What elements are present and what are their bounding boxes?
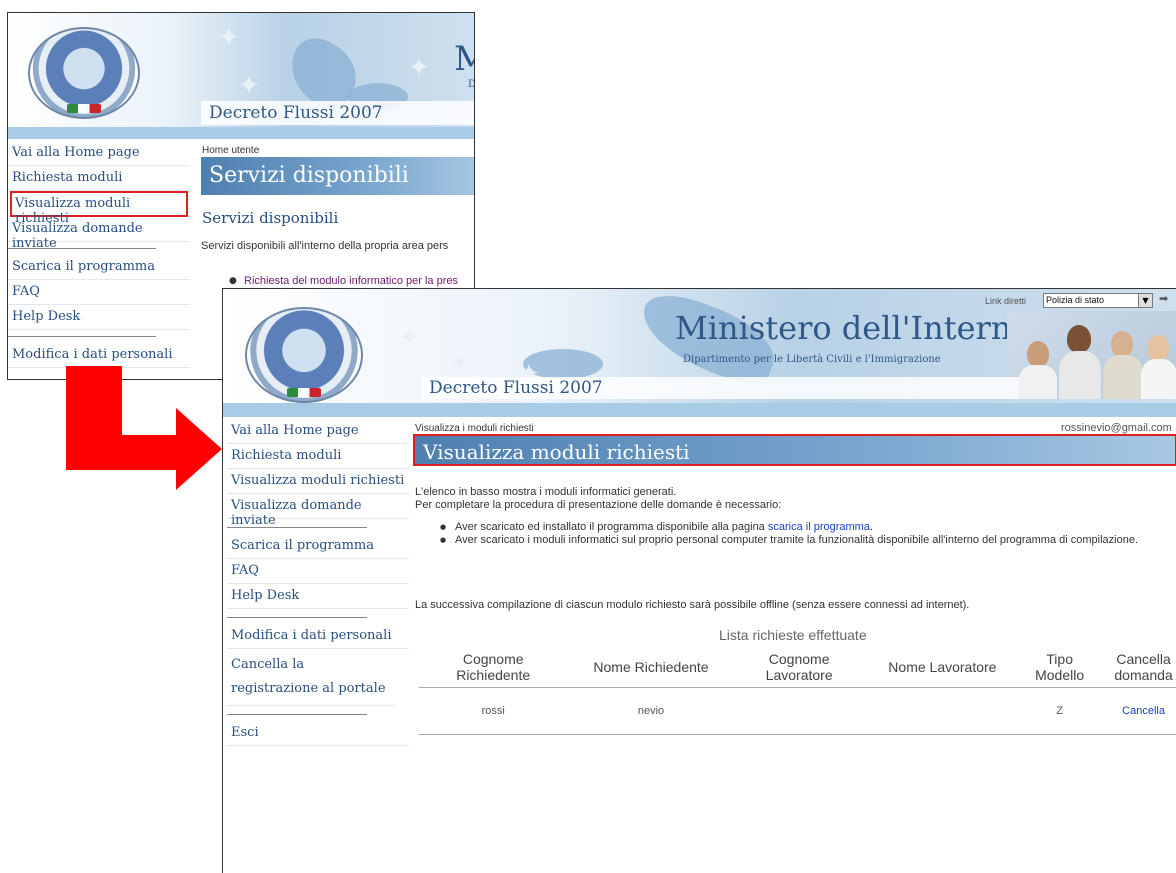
go-arrow-icon[interactable]: ➡: [1159, 292, 1168, 305]
ministry-subtitle-partial: D: [468, 79, 474, 90]
col-nome-richiedente: Nome Richiedente: [567, 647, 735, 688]
sidebar-item-modifica-dati[interactable]: Modifica i dati personali: [227, 624, 409, 649]
cell-cognome-lavoratore: [734, 687, 864, 735]
arrow-shape: [66, 366, 222, 490]
divider: [227, 617, 367, 618]
sidebar-item-visualizza-moduli-highlighted[interactable]: Visualizza moduli richiesti: [10, 191, 188, 226]
cell-nome-lavoratore: [863, 687, 1022, 735]
divider: [8, 336, 156, 337]
col-cognome-richiedente: Cognome Richiedente: [419, 647, 568, 688]
sidebar-item-home[interactable]: Vai alla Home page: [227, 419, 409, 444]
sidebar-item-home[interactable]: Vai alla Home page: [8, 141, 190, 166]
sidebar-item-cancella-registrazione[interactable]: Cancella la registrazione al portale: [227, 649, 395, 706]
sidebar-item-help-desk[interactable]: Help Desk: [8, 305, 190, 330]
sidebar-item-help-desk[interactable]: Help Desk: [227, 584, 409, 609]
ministry-title-partial: M: [454, 39, 474, 79]
header-banner: ✦ ✦ ✦ Link diretti Polizia di stato ▼ ➡ …: [223, 289, 1176, 417]
col-nome-lavoratore: Nome Lavoratore: [863, 647, 1022, 688]
cell-cancella: Cancella: [1098, 687, 1176, 735]
page-title: Servizi disponibili: [201, 157, 474, 195]
offline-note: La successiva compilazione di ciascun mo…: [415, 599, 970, 611]
cell-tipo-modello: Z: [1021, 687, 1099, 735]
people-photo: [1007, 311, 1176, 399]
bullet-1: Aver scaricato ed installato il programm…: [455, 521, 873, 533]
sidebar-item-visualizza-domande[interactable]: Visualizza domande inviate: [8, 217, 190, 251]
sidebar-item-visualizza-domande[interactable]: Visualizza domande inviate: [227, 494, 409, 528]
star-icon: ✦: [218, 23, 240, 53]
link-diretti-value: Polizia di stato: [1046, 295, 1105, 305]
bullet-1-text: Aver scaricato ed installato il programm…: [455, 521, 768, 533]
sidebar-item-faq[interactable]: FAQ: [227, 559, 409, 584]
banner-stripe: [8, 127, 474, 139]
cell-nome-richiedente: nevio: [567, 687, 735, 735]
ministry-seal-logo: [245, 307, 363, 403]
scarica-programma-link[interactable]: scarica il programma: [768, 521, 870, 533]
divider: [227, 714, 367, 715]
header-banner: ✦ ✦ ✦ M D Decreto Flussi 2007: [8, 13, 474, 139]
star-icon: ✦: [238, 71, 260, 101]
table-header-row: Cognome Richiedente Nome Richiedente Cog…: [419, 647, 1176, 688]
sidebar-item-modifica-dati[interactable]: Modifica i dati personali: [8, 343, 190, 368]
bullet-link[interactable]: Richiesta del modulo informatico per la …: [244, 275, 458, 287]
bullet-2: Aver scaricato i moduli informatici sul …: [455, 534, 1138, 546]
sidebar-nav: Vai alla Home page Richiesta moduli Visu…: [227, 419, 409, 746]
bullet-dot: ●: [440, 523, 447, 531]
breadcrumb[interactable]: Home utente: [202, 145, 259, 156]
sidebar-item-visualizza-moduli[interactable]: Visualizza moduli richiesti: [227, 469, 409, 494]
sidebar-item-scarica[interactable]: Scarica il programma: [8, 255, 190, 280]
breadcrumb[interactable]: Visualizza i moduli richiesti: [415, 423, 534, 434]
chevron-down-icon[interactable]: ▼: [1138, 294, 1152, 307]
cell-cognome-richiedente: rossi: [419, 687, 568, 735]
col-cognome-lavoratore: Cognome Lavoratore: [734, 647, 864, 688]
sidebar-item-richiesta-moduli[interactable]: Richiesta moduli: [227, 444, 409, 469]
col-cancella-domanda: Cancella domanda: [1098, 647, 1176, 688]
decreto-title: Decreto Flussi 2007: [421, 377, 1019, 399]
table-caption: Lista richieste effettuate: [719, 627, 867, 643]
table-row: rossi nevio Z Cancella: [419, 687, 1176, 735]
bullet-1-end: .: [869, 521, 874, 533]
sidebar-nav: Vai alla Home page Richiesta moduli Visu…: [8, 141, 190, 368]
foreground-window: ✦ ✦ ✦ Link diretti Polizia di stato ▼ ➡ …: [222, 288, 1176, 873]
link-diretti-select[interactable]: Polizia di stato ▼: [1043, 293, 1153, 308]
section-title: Servizi disponibili: [202, 209, 339, 227]
sidebar-item-faq[interactable]: FAQ: [8, 280, 190, 305]
page-title: Visualizza moduli richiesti: [413, 434, 1176, 466]
intro-line-2: Per completare la procedura di presentaz…: [415, 499, 782, 511]
cancella-link[interactable]: Cancella: [1122, 705, 1165, 717]
ministry-seal-logo: [28, 27, 140, 119]
sidebar-item-richiesta-moduli[interactable]: Richiesta moduli: [8, 166, 190, 191]
sidebar-item-esci[interactable]: Esci: [227, 721, 409, 746]
sidebar-item-scarica[interactable]: Scarica il programma: [227, 534, 409, 559]
intro-text: Servizi disponibili all'interno della pr…: [201, 240, 449, 252]
user-email: rossinevio@gmail.com: [1061, 422, 1172, 434]
col-tipo-modello: Tipo Modello: [1021, 647, 1099, 688]
star-icon: ✦: [448, 349, 470, 379]
requests-table: Cognome Richiedente Nome Richiedente Cog…: [419, 647, 1176, 735]
intro-line-1: L'elenco in basso mostra i moduli inform…: [415, 486, 677, 498]
department-subtitle: Dipartimento per le Libertà Civili e l'I…: [683, 354, 941, 365]
star-icon: ✦: [408, 53, 430, 83]
link-diretti-label: Link diretti: [985, 296, 1027, 306]
star-icon: ✦: [398, 323, 420, 353]
decreto-title: Decreto Flussi 2007: [201, 101, 474, 125]
banner-stripe: [223, 403, 1176, 417]
bullet-dot: ●: [440, 536, 447, 544]
bullet-dot: ●: [229, 276, 237, 286]
ministry-title: Ministero dell'Interno: [675, 309, 1031, 347]
